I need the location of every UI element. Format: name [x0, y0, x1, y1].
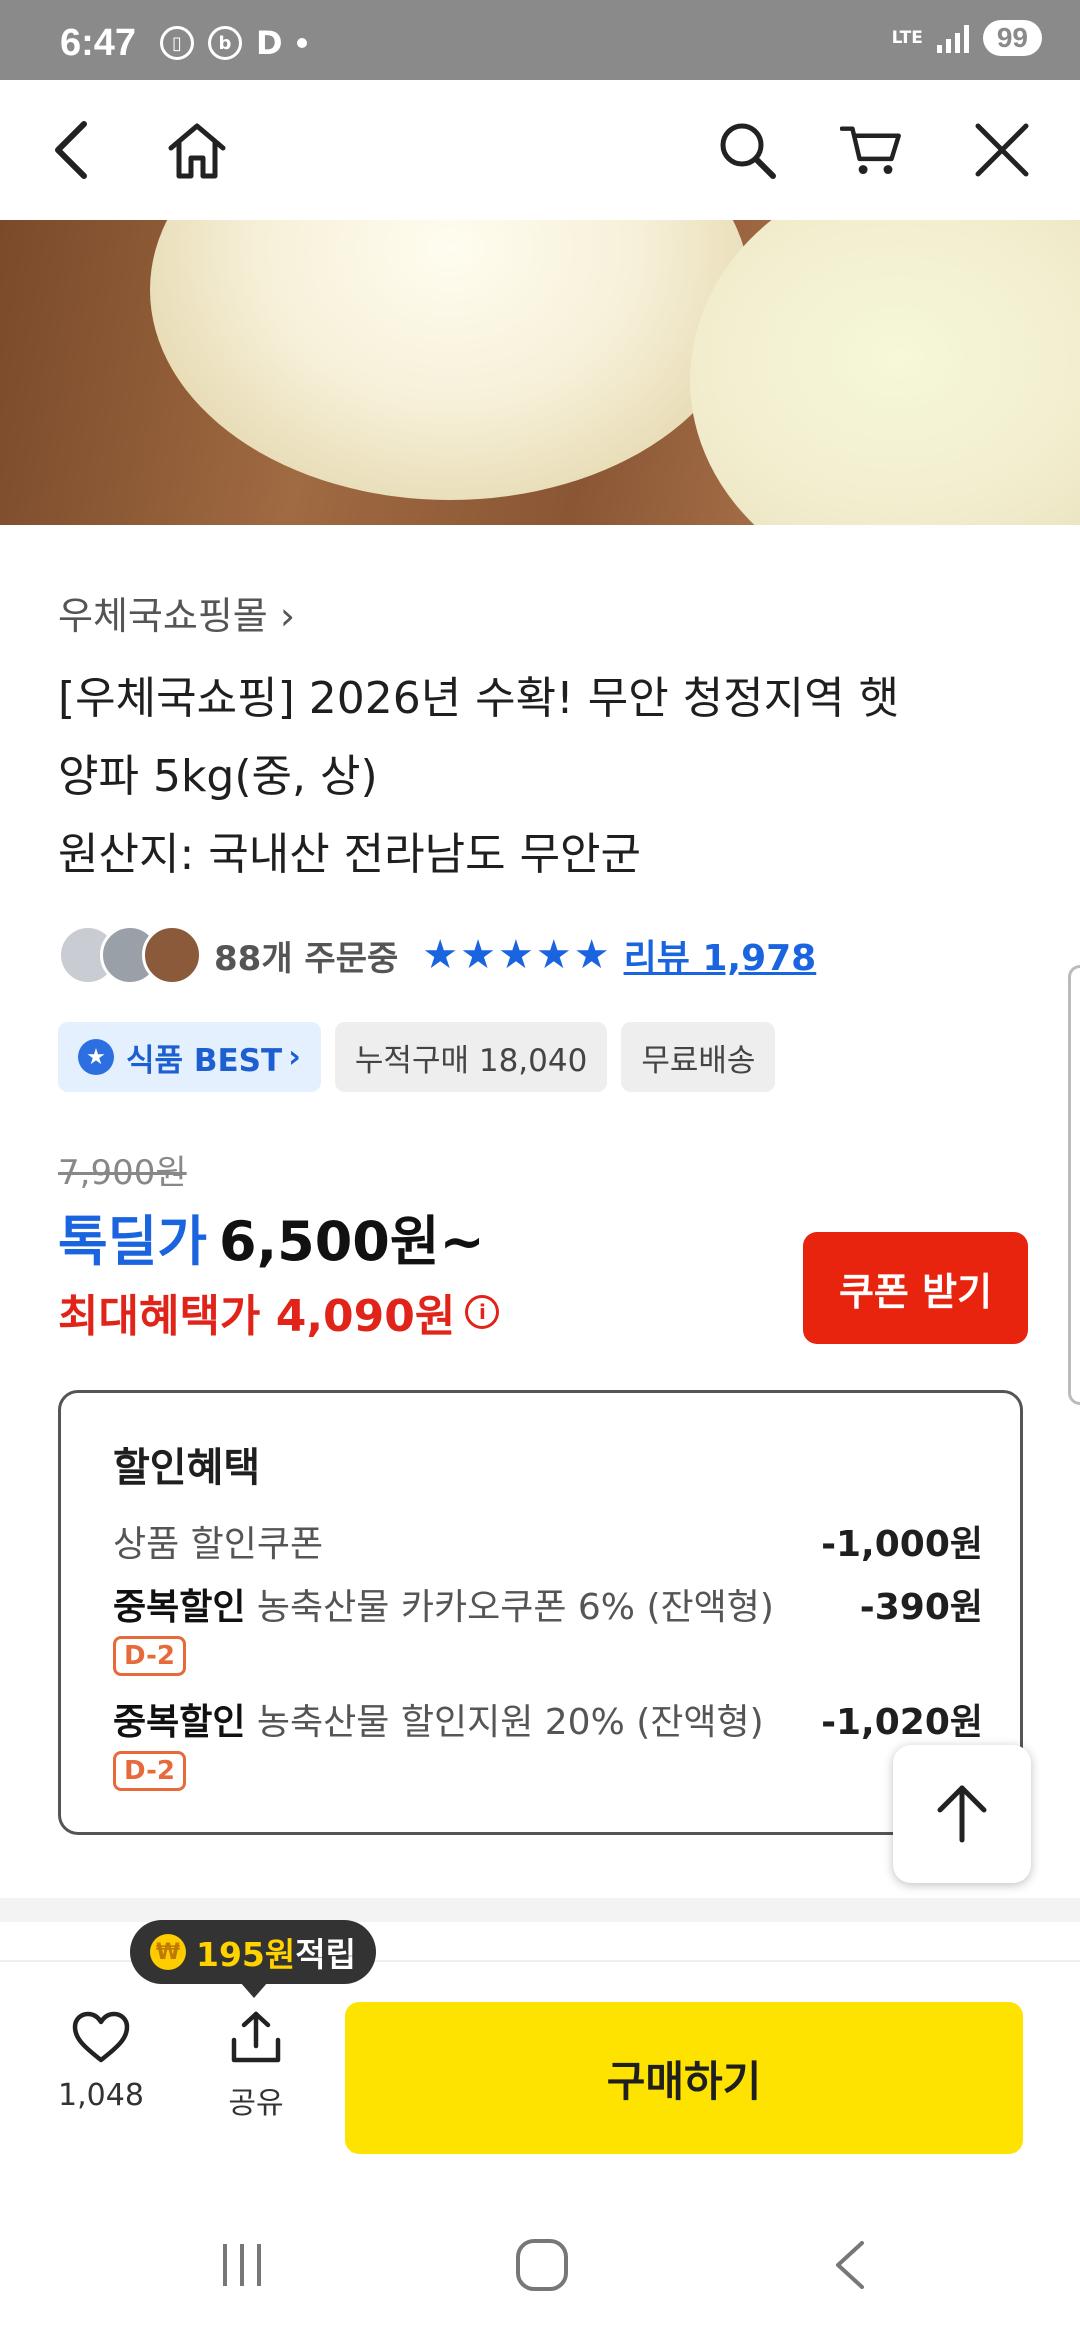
order-status-row: 88개 주문중 ★ ★ ★ ★ ★ 리뷰 1,978 — [58, 925, 816, 985]
d-day-tag: D-2 — [113, 1636, 186, 1676]
back-icon[interactable] — [40, 118, 104, 182]
discount-row: 상품 할인쿠폰 -1,000원 — [113, 1515, 983, 1567]
d-app-icon: D — [256, 24, 283, 62]
side-panel-handle[interactable] — [1068, 965, 1080, 1405]
sim-icon: ▯ — [160, 26, 194, 60]
discount-row-name: 상품 할인쿠폰 — [113, 1524, 324, 1565]
back-nav-icon[interactable] — [820, 2235, 880, 2295]
star-icon: ★ — [498, 932, 534, 978]
discount-row-prefix: 중복할인 — [113, 1702, 246, 1743]
product-title-line-2: 양파 5kg(중, 상) — [58, 751, 378, 802]
cart-icon[interactable] — [840, 118, 904, 182]
recent-apps-icon[interactable] — [212, 2235, 272, 2295]
section-divider — [0, 1898, 1080, 1922]
best-badge-icon: ★ — [78, 1039, 114, 1075]
lte-indicator: LTE — [891, 28, 923, 48]
discount-row-value: -1,000원 — [821, 1524, 983, 1565]
shop-link[interactable]: 우체국쇼핑몰 › — [58, 585, 295, 640]
chevron-right-icon: › — [288, 1039, 301, 1075]
status-app-icons: ▯ b D — [160, 24, 307, 62]
like-button[interactable]: 1,048 — [40, 2010, 162, 2113]
review-link[interactable]: 리뷰 1,978 — [624, 929, 817, 981]
b-app-icon: b — [208, 26, 242, 60]
discount-row-name: 농축산물 할인지원 20% (잔액형) — [245, 1702, 764, 1743]
battery-indicator: 99 — [982, 20, 1042, 56]
share-label: 공유 — [228, 2086, 284, 2121]
buyer-avatars — [58, 925, 202, 985]
avatar — [142, 925, 202, 985]
max-benefit-text: 최대혜택가 4,090원 — [58, 1291, 456, 1342]
deal-label: 톡딜가 — [58, 1210, 208, 1273]
coin-icon: ₩ — [150, 1934, 186, 1970]
discount-box: 할인혜택 상품 할인쿠폰 -1,000원 중복할인 농축산물 카카오쿠폰 6% … — [58, 1390, 1023, 1835]
heart-icon — [72, 2011, 130, 2063]
like-count: 1,048 — [58, 2078, 144, 2113]
d-day-tag: D-2 — [113, 1751, 186, 1791]
system-nav-bar — [0, 2190, 1080, 2340]
shop-name: 우체국쇼핑몰 — [58, 594, 268, 638]
deal-price: 6,500원~ — [219, 1210, 485, 1273]
product-image[interactable] — [0, 220, 1080, 525]
points-amount: 195원 — [196, 1935, 296, 1974]
badge-row: ★ 식품 BEST › 누적구매 18,040 무료배송 — [58, 1022, 776, 1092]
close-icon[interactable] — [970, 118, 1034, 182]
product-title-line-1: [우체국쇼핑] 2026년 수확! 무안 청정지역 햇 — [58, 673, 900, 724]
discount-row: 중복할인 농축산물 카카오쿠폰 6% (잔액형) -390원 D-2 — [113, 1578, 983, 1676]
max-benefit-price: 최대혜택가 4,090원 i — [58, 1280, 500, 1344]
star-icon: ★ — [573, 932, 610, 978]
onion-image-left — [150, 220, 750, 500]
free-shipping-badge: 무료배송 — [621, 1022, 776, 1092]
points-tooltip: ₩ 195원 적립 — [130, 1920, 376, 1998]
points-label: 적립 — [295, 1935, 356, 1974]
bottom-action-bar: ₩ 195원 적립 1,048 공유 구매하기 — [0, 1920, 1080, 2190]
discount-row-value: -1,020원 — [821, 1702, 983, 1743]
discount-heading: 할인혜택 — [113, 1445, 261, 1491]
top-nav — [0, 80, 1080, 220]
discount-row-name: 농축산물 카카오쿠폰 6% (잔액형) — [245, 1587, 774, 1628]
star-icon: ★ — [460, 932, 496, 978]
coupon-button[interactable]: 쿠폰 받기 — [803, 1232, 1028, 1344]
rating-stars: ★ ★ ★ ★ ★ — [422, 932, 609, 978]
discount-row: 중복할인 농축산물 할인지원 20% (잔액형) -1,020원 D-2 — [113, 1693, 983, 1791]
home-nav-icon[interactable] — [512, 2235, 572, 2295]
star-icon: ★ — [422, 932, 459, 978]
status-time: 6:47 — [60, 22, 137, 64]
share-button[interactable]: 공유 — [195, 2010, 317, 2122]
onion-image-right — [690, 220, 1080, 525]
chevron-right-icon: › — [279, 594, 296, 638]
discount-row-prefix: 중복할인 — [113, 1587, 246, 1628]
buy-button[interactable]: 구매하기 — [345, 2002, 1023, 2154]
search-icon[interactable] — [715, 118, 779, 182]
dot-icon — [296, 38, 307, 48]
status-bar: 6:47 ▯ b D LTE 99 — [0, 0, 1080, 80]
order-count: 88개 주문중 — [214, 938, 399, 979]
scroll-to-top-button[interactable] — [893, 1745, 1031, 1883]
signal-icon — [936, 23, 969, 53]
food-best-label: 식품 BEST — [126, 1042, 283, 1079]
original-price: 7,900원 — [58, 1153, 187, 1193]
share-icon — [231, 2011, 281, 2063]
arrow-up-icon — [937, 1785, 987, 1843]
product-title: [우체국쇼핑] 2026년 수확! 무안 청정지역 햇 양파 5kg(중, 상)… — [58, 660, 988, 894]
info-icon[interactable]: i — [465, 1295, 500, 1329]
home-icon[interactable] — [165, 118, 229, 182]
star-icon: ★ — [535, 932, 572, 978]
food-best-badge[interactable]: ★ 식품 BEST › — [58, 1022, 321, 1092]
product-title-line-3: 원산지: 국내산 전라남도 무안군 — [58, 829, 642, 880]
discount-row-value: -390원 — [859, 1587, 983, 1628]
cumulative-purchase-badge: 누적구매 18,040 — [334, 1022, 608, 1092]
deal-price-row: 톡딜가 6,500원~ — [58, 1197, 485, 1276]
